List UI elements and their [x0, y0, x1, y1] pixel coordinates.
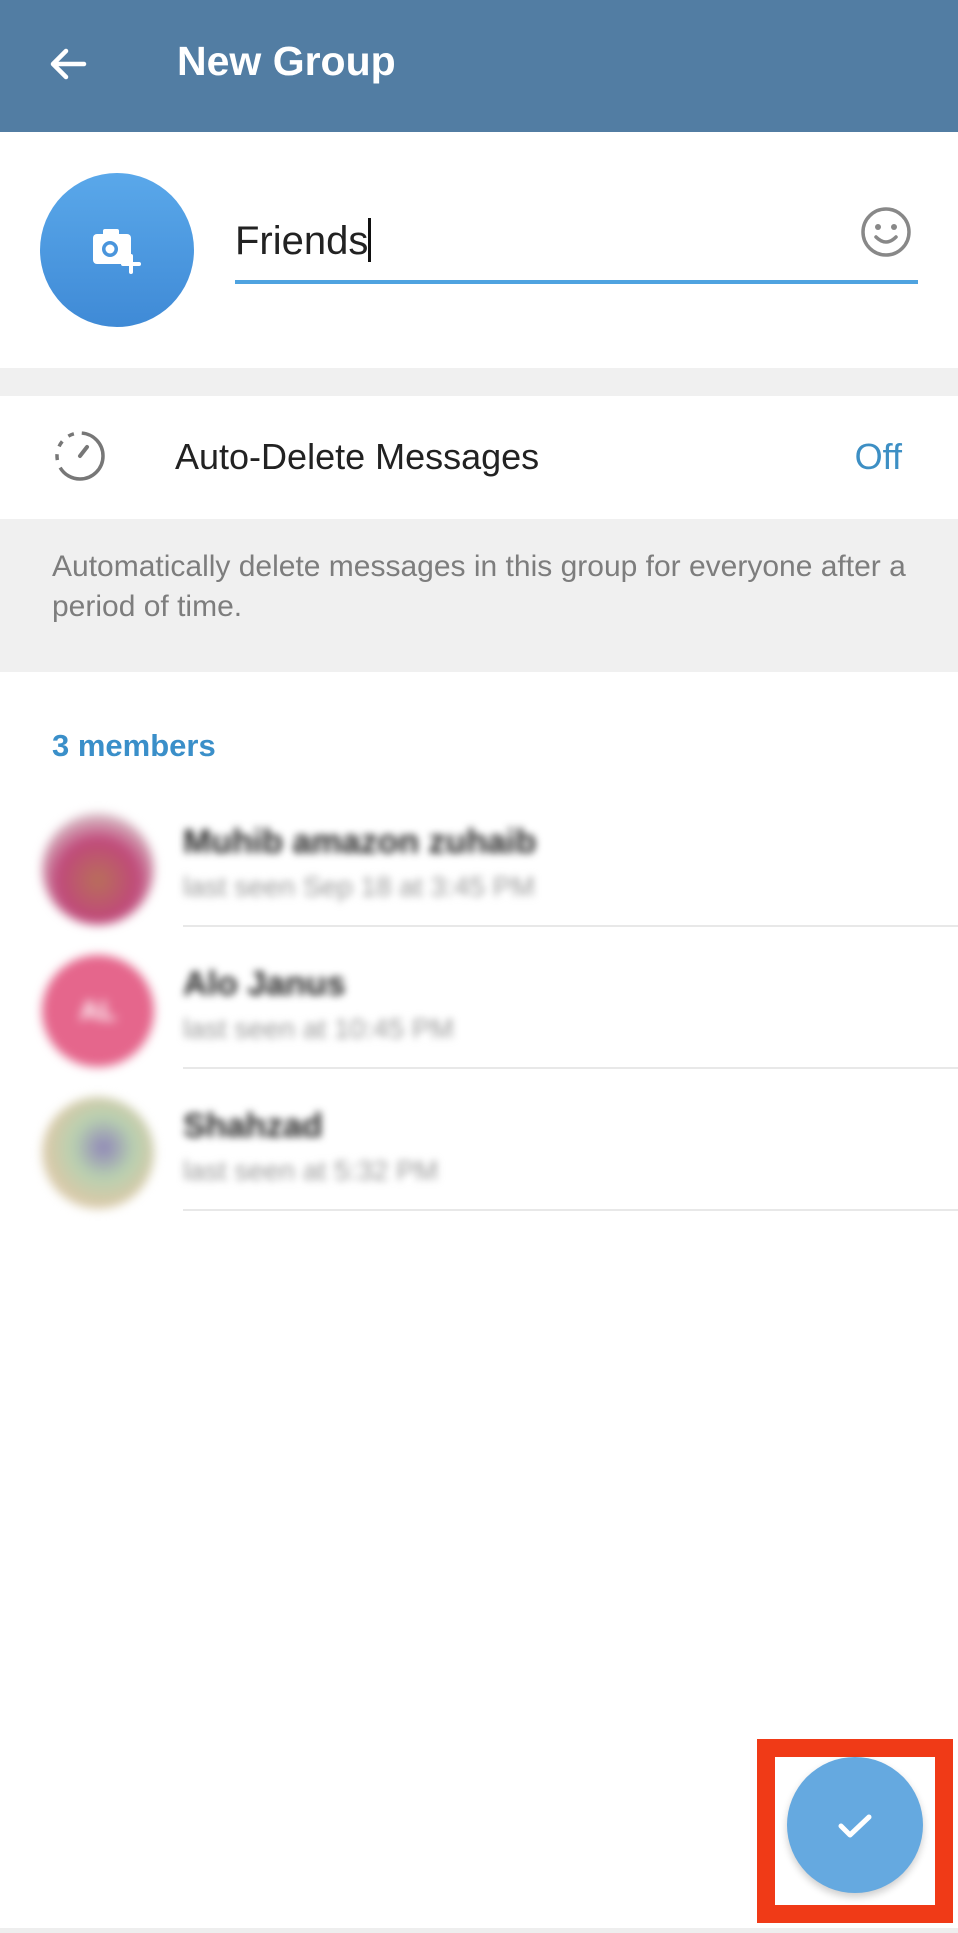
- bottom-edge: [0, 1928, 958, 1933]
- member-name: Alo Janus: [183, 965, 346, 1003]
- back-arrow-icon[interactable]: [44, 40, 92, 88]
- auto-delete-description: Automatically delete messages in this gr…: [0, 519, 958, 672]
- camera-add-icon: [93, 229, 141, 274]
- member-name: Muhib amazon zuhaib: [183, 823, 537, 861]
- members-count-header: 3 members: [52, 728, 216, 763]
- auto-delete-label: Auto-Delete Messages: [175, 436, 540, 477]
- checkmark-icon: [838, 1814, 872, 1838]
- section-divider: [0, 368, 958, 396]
- member-status: last seen at 5:32 PM: [183, 1155, 439, 1186]
- member-avatar: [42, 813, 154, 925]
- smiley-icon[interactable]: [859, 205, 913, 259]
- set-group-photo-button[interactable]: [40, 173, 194, 327]
- member-avatar: AL: [42, 955, 154, 1067]
- timer-icon: [52, 428, 108, 484]
- member-status: last seen Sep 18 at 3:45 PM: [183, 871, 535, 902]
- text-caret: [368, 218, 372, 262]
- group-name-value: Friends: [235, 219, 369, 263]
- member-row[interactable]: Shahzad last seen at 5:32 PM: [0, 1069, 958, 1211]
- member-avatar: [42, 1097, 154, 1209]
- auto-delete-value: Off: [854, 436, 902, 477]
- member-name: Shahzad: [183, 1107, 323, 1145]
- member-row[interactable]: Muhib amazon zuhaib last seen Sep 18 at …: [0, 785, 958, 927]
- group-name-input[interactable]: Friends: [235, 212, 918, 284]
- member-status: last seen at 10:45 PM: [183, 1013, 454, 1044]
- app-bar: New Group: [0, 0, 958, 132]
- row-divider: [183, 1209, 958, 1211]
- create-group-button[interactable]: [787, 1757, 923, 1893]
- auto-delete-row[interactable]: Auto-Delete Messages Off: [0, 396, 958, 519]
- page-title: New Group: [177, 38, 396, 84]
- member-row[interactable]: AL Alo Janus last seen at 10:45 PM: [0, 927, 958, 1069]
